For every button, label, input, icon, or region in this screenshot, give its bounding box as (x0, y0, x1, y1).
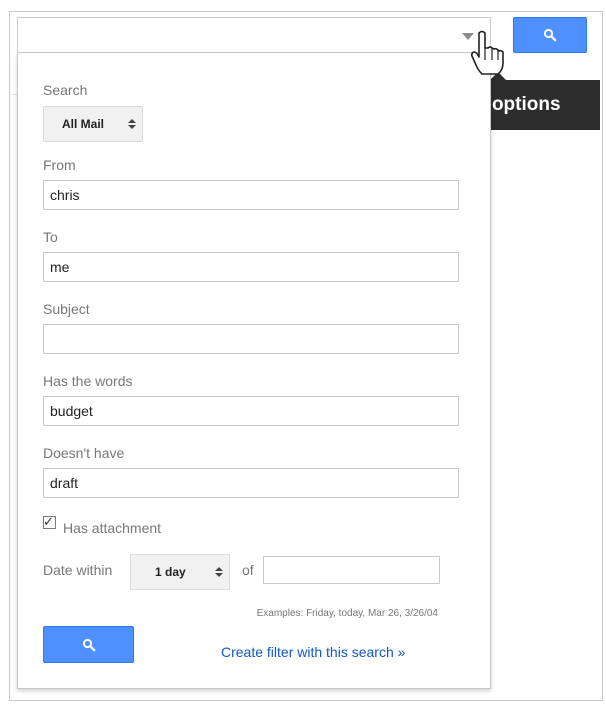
doesnt-have-label: Doesn't have (43, 445, 125, 461)
date-within-select[interactable]: 1 day (130, 554, 230, 590)
has-attachment-label: Has attachment (63, 520, 162, 536)
search-icon (543, 28, 557, 42)
date-within-value: 1 day (155, 565, 186, 579)
search-options-panel: Search All Mail From chris To me Subject… (17, 54, 491, 689)
date-examples-hint: Examples: Friday, today, Mar 26, 3/26/04 (256, 608, 438, 619)
search-options-submit-button[interactable] (43, 626, 134, 663)
search-scope-value: All Mail (62, 117, 105, 131)
from-field[interactable]: chris (43, 180, 459, 210)
has-words-field[interactable]: budget (43, 396, 459, 426)
hand-cursor-icon (470, 30, 504, 75)
checkmark-icon: ✓ (43, 514, 54, 529)
from-label: From (43, 157, 76, 173)
has-attachment-checkbox[interactable]: ✓ (43, 514, 56, 529)
to-label: To (43, 229, 58, 245)
search-scope-select[interactable]: All Mail (43, 106, 143, 142)
create-filter-link[interactable]: Create filter with this search » (221, 644, 405, 660)
select-arrows-icon (215, 567, 223, 577)
to-field[interactable]: me (43, 252, 459, 282)
of-label: of (242, 562, 254, 578)
doesnt-have-field[interactable]: draft (43, 468, 459, 498)
search-input[interactable] (17, 17, 491, 53)
date-within-label: Date within (43, 562, 113, 578)
search-button[interactable] (513, 17, 587, 53)
has-words-label: Has the words (43, 373, 133, 389)
search-scope-label: Search (43, 82, 88, 98)
subject-field[interactable] (43, 324, 459, 354)
select-arrows-icon (128, 119, 136, 129)
date-field[interactable] (263, 556, 440, 584)
search-icon (82, 638, 95, 651)
subject-label: Subject (43, 301, 90, 317)
